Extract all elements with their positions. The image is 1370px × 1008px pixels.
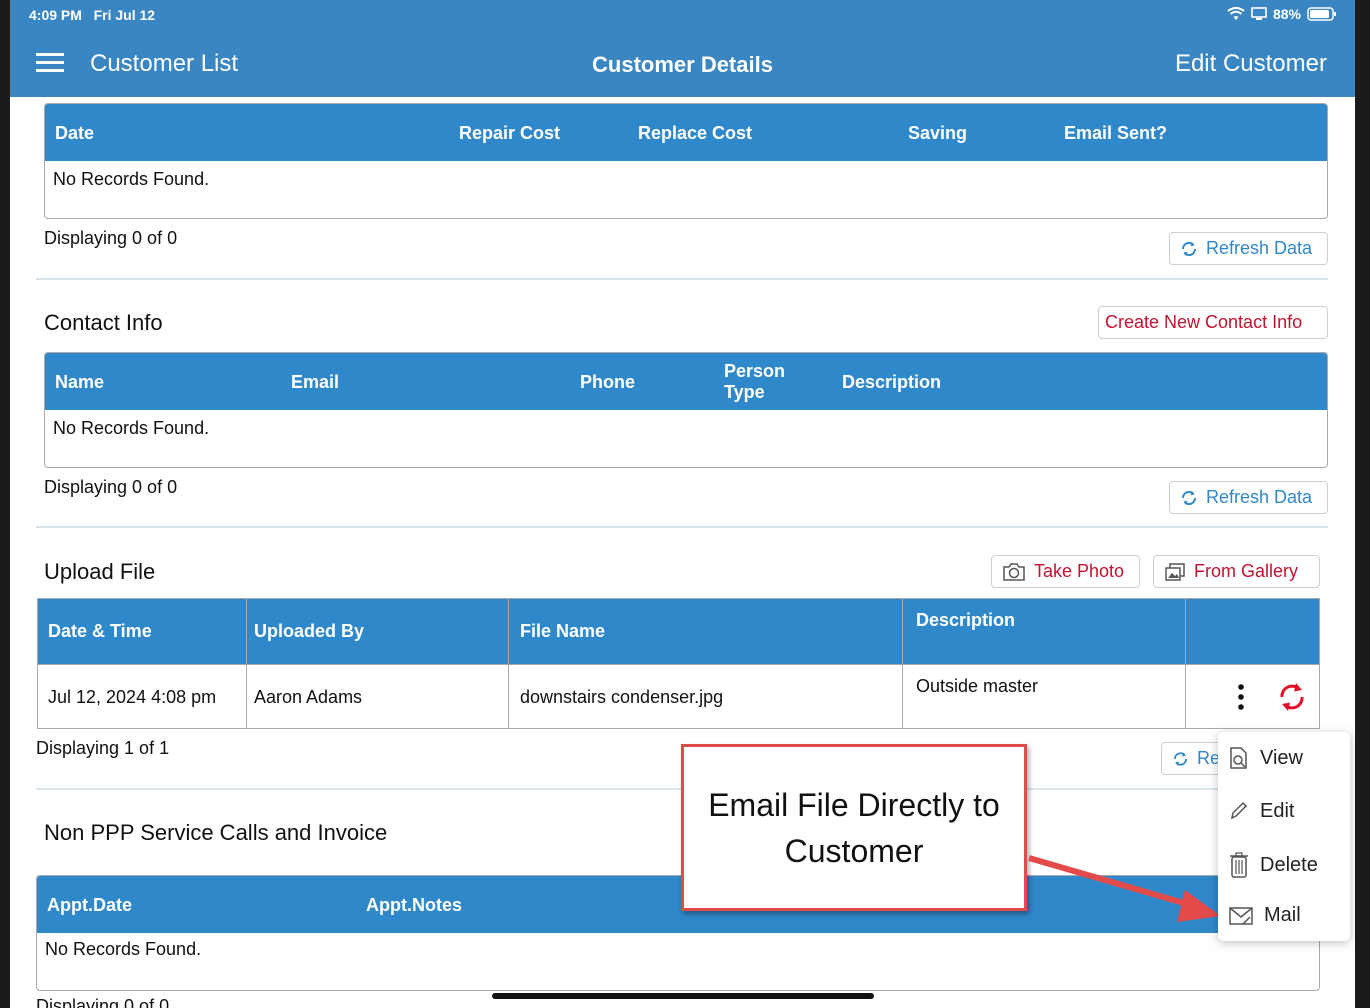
menu-item-mail[interactable]: Mail bbox=[1228, 904, 1301, 927]
home-indicator[interactable] bbox=[492, 993, 874, 999]
column-header-person-type: Person Type bbox=[724, 361, 786, 402]
screen-mirroring-icon bbox=[1251, 7, 1267, 20]
callout-arrow bbox=[1028, 855, 1221, 922]
menu-label-view: View bbox=[1260, 746, 1303, 769]
column-header-date-time: Date & Time bbox=[48, 621, 152, 641]
column-header-saving: Saving bbox=[908, 123, 968, 143]
column-header-description: Description bbox=[842, 372, 942, 392]
page-title: Customer Details bbox=[592, 52, 773, 77]
gallery-icon bbox=[1165, 562, 1185, 581]
column-header-replace-cost: Replace Cost bbox=[638, 123, 753, 143]
display-count: Displaying 0 of 0 bbox=[44, 228, 178, 248]
table-header: Date Repair Cost Replace Cost Saving Ema… bbox=[45, 104, 1327, 161]
service-calls-title: Non PPP Service Calls and Invoice bbox=[44, 820, 388, 845]
trash-icon bbox=[1230, 852, 1248, 878]
mail-icon bbox=[1229, 906, 1253, 925]
refresh-data-button[interactable]: Refresh Data bbox=[1169, 481, 1328, 514]
column-header-repair-cost: Repair Cost bbox=[459, 123, 561, 143]
menu-label-mail: Mail bbox=[1264, 904, 1301, 926]
from-gallery-button[interactable]: From Gallery bbox=[1153, 555, 1320, 588]
status-indicators: 88% bbox=[1227, 6, 1337, 22]
column-header-email-sent: Email Sent? bbox=[1064, 123, 1168, 143]
take-photo-button[interactable]: Take Photo bbox=[991, 555, 1140, 588]
empty-message: No Records Found. bbox=[45, 939, 202, 959]
pencil-icon bbox=[1230, 801, 1248, 820]
callout-box: Email File Directly to Customer bbox=[681, 744, 1027, 911]
menu-item-edit[interactable]: Edit bbox=[1228, 799, 1294, 823]
create-contact-info-label: Create New Contact Info bbox=[1105, 312, 1303, 332]
battery-percent: 88% bbox=[1272, 6, 1301, 22]
menu-item-view[interactable]: View bbox=[1228, 746, 1303, 770]
row-divider bbox=[38, 664, 1319, 665]
empty-message: No Records Found. bbox=[53, 169, 210, 189]
display-count: Displaying 0 of 0 bbox=[36, 996, 170, 1008]
column-header-uploaded-by: Uploaded By bbox=[254, 621, 365, 641]
table-header: Name Email Phone Person Type Description bbox=[45, 353, 1327, 410]
column-header-date: Date bbox=[55, 123, 95, 143]
callout-text: Email File Directly to Customer bbox=[708, 786, 1000, 869]
column-header-description: Description bbox=[916, 610, 1016, 630]
view-document-icon bbox=[1230, 747, 1247, 769]
section-divider bbox=[36, 526, 1328, 528]
section-divider bbox=[36, 278, 1328, 280]
column-header-phone: Phone bbox=[580, 372, 636, 392]
column-header-name: Name bbox=[55, 372, 105, 392]
cell-file-name: downstairs condenser.jpg bbox=[520, 687, 724, 707]
cell-date-time: Jul 12, 2024 4:08 pm bbox=[48, 687, 217, 707]
column-header-appt-date: Appt.Date bbox=[47, 895, 132, 915]
ipad-screen: 4:09 PM Fri Jul 12 88% Customer List Cus… bbox=[10, 0, 1355, 1008]
menu-label-edit: Edit bbox=[1260, 799, 1295, 822]
empty-message: No Records Found. bbox=[53, 418, 210, 438]
menu-label-delete: Delete bbox=[1260, 853, 1318, 876]
upload-file-title: Upload File bbox=[44, 559, 156, 584]
display-count: Displaying 1 of 1 bbox=[36, 738, 170, 758]
cell-uploaded-by: Aaron Adams bbox=[254, 687, 363, 707]
savings-table: Date Repair Cost Replace Cost Saving Ema… bbox=[44, 103, 1328, 219]
contact-info-table: Name Email Phone Person Type Description… bbox=[44, 352, 1328, 468]
refresh-icon bbox=[1181, 241, 1197, 256]
status-time: 4:09 PM Fri Jul 12 bbox=[29, 7, 156, 23]
create-contact-info-button[interactable]: Create New Contact Info bbox=[1098, 306, 1328, 339]
take-photo-label: Take Photo bbox=[1034, 561, 1125, 581]
more-options-icon[interactable] bbox=[1235, 683, 1247, 711]
column-header-appt-notes: Appt.Notes bbox=[366, 895, 462, 915]
display-count: Displaying 0 of 0 bbox=[44, 477, 178, 497]
edit-customer-button[interactable]: Edit Customer bbox=[1175, 50, 1327, 78]
refresh-icon bbox=[1173, 751, 1188, 766]
battery-icon bbox=[1307, 7, 1336, 21]
refresh-data-label: Refresh Data bbox=[1206, 487, 1313, 507]
refresh-data-label: Re bbox=[1196, 748, 1220, 768]
upload-file-table: Date & Time Uploaded By File Name Descri… bbox=[37, 598, 1320, 729]
cell-description: Outside master bbox=[916, 676, 1039, 696]
sync-icon[interactable] bbox=[1277, 681, 1307, 713]
wifi-icon bbox=[1227, 7, 1245, 20]
navigation-bar: 4:09 PM Fri Jul 12 88% Customer List Cus… bbox=[10, 0, 1355, 97]
menu-item-delete[interactable]: Delete bbox=[1228, 851, 1318, 879]
column-header-file-name: File Name bbox=[520, 621, 606, 641]
camera-icon bbox=[1003, 562, 1025, 581]
file-actions-menu: View Edit Delete Mail bbox=[1218, 732, 1350, 941]
contact-info-title: Contact Info bbox=[44, 310, 163, 335]
column-header-email: Email bbox=[291, 372, 340, 392]
refresh-icon bbox=[1181, 490, 1197, 505]
refresh-data-label: Refresh Data bbox=[1206, 238, 1313, 258]
refresh-data-button[interactable]: Refresh Data bbox=[1169, 232, 1328, 265]
from-gallery-label: From Gallery bbox=[1194, 561, 1299, 581]
